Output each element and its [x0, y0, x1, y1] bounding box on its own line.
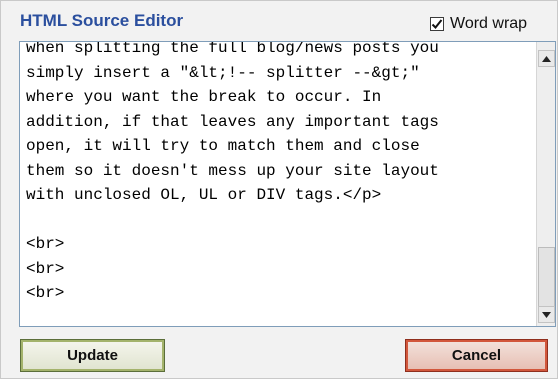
word-wrap-toggle[interactable]: Word wrap [430, 15, 527, 33]
arrow-down-icon [542, 311, 551, 318]
dialog-title: HTML Source Editor [20, 11, 184, 30]
source-code-text[interactable]: when splitting the full blog/news posts … [20, 42, 535, 326]
scroll-down-button[interactable] [538, 306, 555, 323]
word-wrap-checkbox[interactable] [430, 17, 444, 31]
word-wrap-label: Word wrap [450, 15, 528, 32]
scrollbar-thumb[interactable] [538, 247, 555, 307]
checkmark-icon [431, 19, 443, 29]
source-editor-textarea[interactable]: when splitting the full blog/news posts … [19, 41, 556, 327]
vertical-scrollbar[interactable] [536, 42, 555, 326]
html-source-editor-dialog: HTML Source Editor Word wrap when splitt… [0, 0, 558, 379]
scroll-up-button[interactable] [538, 50, 555, 67]
arrow-up-icon [542, 55, 551, 62]
cancel-button[interactable]: Cancel [405, 339, 548, 372]
update-button[interactable]: Update [20, 339, 165, 372]
